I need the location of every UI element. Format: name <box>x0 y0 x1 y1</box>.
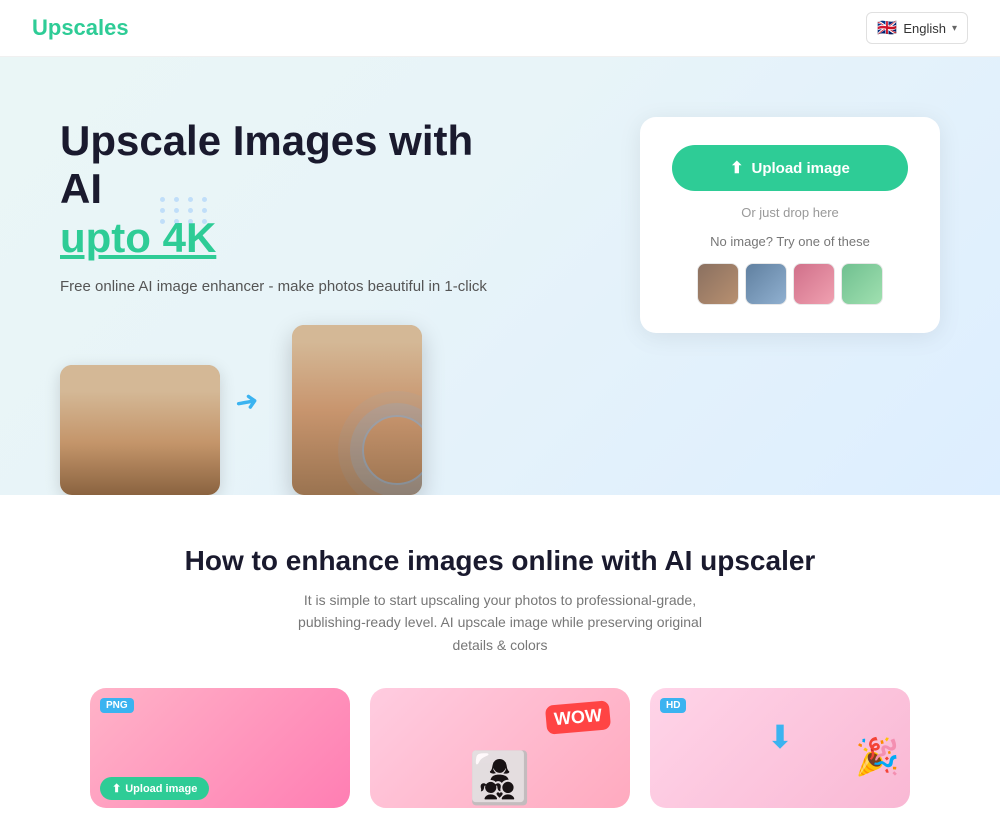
done-icon: 🎉 <box>855 736 900 778</box>
upload-icon: ⬆ <box>730 158 743 178</box>
chevron-down-icon: ▾ <box>952 23 957 34</box>
sample-image-3[interactable] <box>793 263 835 305</box>
card-upload-button[interactable]: ⬆ Upload image <box>100 777 209 800</box>
hero-subtitle: Free online AI image enhancer - make pho… <box>60 278 520 295</box>
mini-upload-icon: ⬆ <box>112 782 121 795</box>
how-card-processing: 👩‍👧‍👦 WOW <box>370 688 630 808</box>
card-upload-content: ⬆ Upload image <box>90 769 219 808</box>
dots-decoration <box>160 197 210 224</box>
drop-hint-text: Or just drop here <box>741 205 839 220</box>
language-selector[interactable]: 🇬🇧 English ▾ <box>866 12 968 44</box>
title-line1: Upscale Images with AI <box>60 117 473 212</box>
upload-card: ⬆ Upload image Or just drop here No imag… <box>640 117 940 333</box>
flag-icon: 🇬🇧 <box>877 18 897 38</box>
upload-image-button[interactable]: ⬆ Upload image <box>672 145 908 191</box>
hero-demo-images: ➜ 😍 ✦ ✦ <box>60 325 520 495</box>
after-image <box>292 325 422 495</box>
sample-image-2[interactable] <box>745 263 787 305</box>
ripple-decoration <box>362 415 422 485</box>
hero-left-content: Upscale Images with AI upto 4K Free onli… <box>60 107 520 495</box>
hero-title: Upscale Images with AI upto 4K <box>60 117 520 262</box>
how-to-subtitle: It is simple to start upscaling your pho… <box>290 589 710 656</box>
how-to-section: How to enhance images online with AI ups… <box>0 495 1000 838</box>
how-to-title: How to enhance images online with AI ups… <box>60 545 940 577</box>
download-icon: ⬇ <box>767 718 794 756</box>
png-badge: PNG <box>100 698 134 713</box>
arrow-icon: ➜ <box>232 383 261 420</box>
hero-section: Upscale Images with AI upto 4K Free onli… <box>0 57 1000 495</box>
sample-image-4[interactable] <box>841 263 883 305</box>
before-image <box>60 365 220 495</box>
header: Upscales 🇬🇧 English ▾ <box>0 0 1000 57</box>
logo: Upscales <box>32 15 129 41</box>
wow-badge: WOW <box>545 700 611 734</box>
how-to-cards: PNG ⬆ Upload image 👩‍👧‍👦 WOW HD ⬇ 🎉 <box>60 688 940 808</box>
people-emoji: 👩‍👧‍👦 <box>469 749 531 808</box>
hd-badge: HD <box>660 698 686 713</box>
language-label: English <box>903 21 946 36</box>
mini-upload-label: Upload image <box>125 783 197 795</box>
no-image-label: No image? Try one of these <box>710 234 870 249</box>
sample-images-row <box>697 263 883 305</box>
how-card-upload: PNG ⬆ Upload image <box>90 688 350 808</box>
upload-button-label: Upload image <box>752 160 850 177</box>
how-card-done: HD ⬇ 🎉 <box>650 688 910 808</box>
sample-image-1[interactable] <box>697 263 739 305</box>
